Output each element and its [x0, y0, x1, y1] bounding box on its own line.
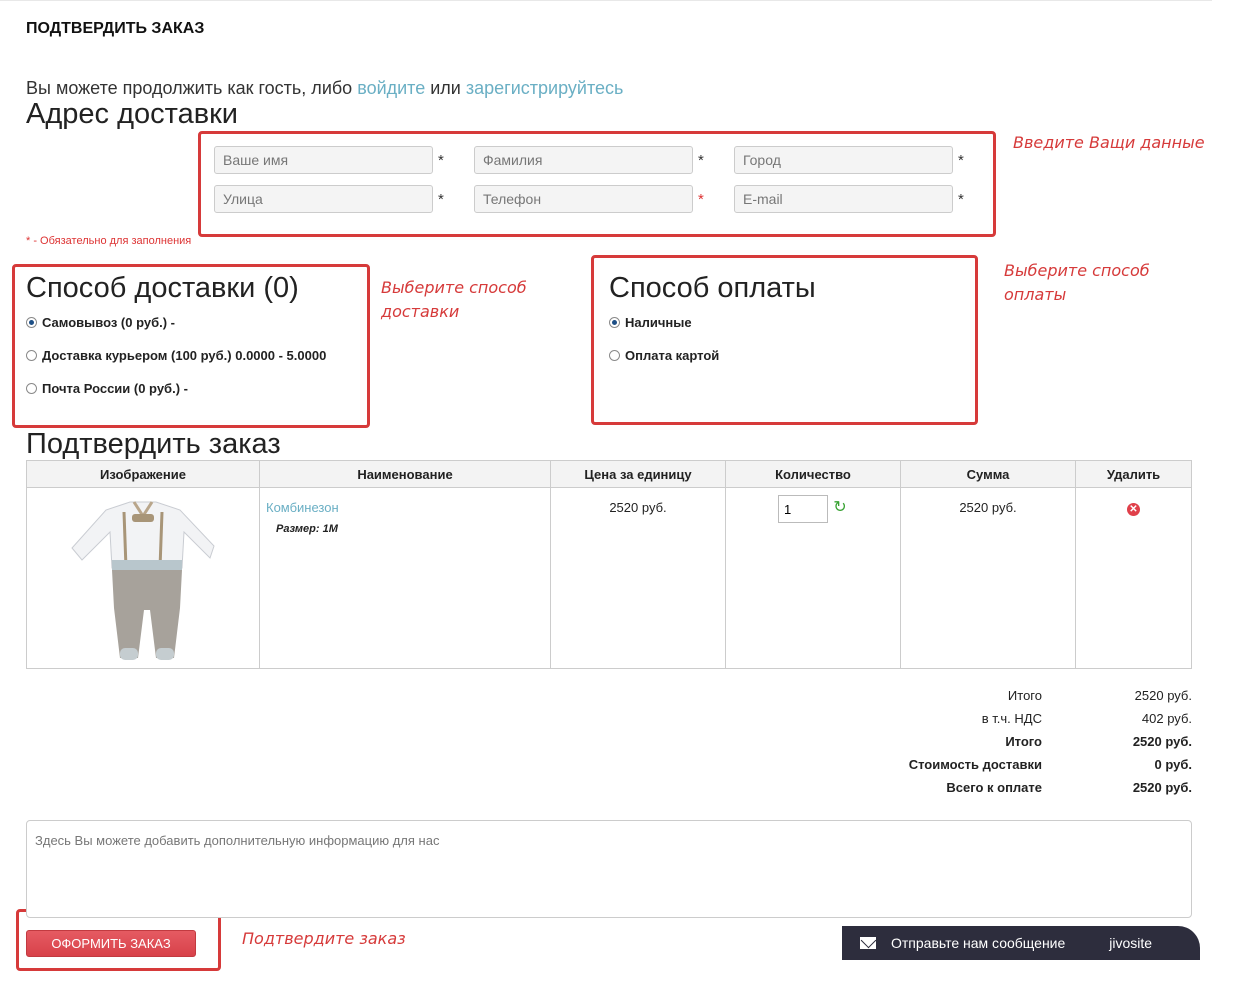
jivosite-chat-widget[interactable]: Отправьте нам сообщение jivosite	[842, 926, 1200, 960]
delivery-option-courier[interactable]: Доставка курьером (100 руб.) 0.0000 - 5.…	[26, 348, 326, 363]
radio-button[interactable]	[26, 317, 37, 328]
delivery-cost-label: Стоимость доставки	[908, 757, 1042, 772]
delivery-option-label: Почта России (0 руб.) -	[42, 381, 188, 396]
page-title: ПОДТВЕРДИТЬ ЗАКАЗ	[26, 20, 205, 37]
column-header: Сумма	[900, 460, 1076, 488]
annotation-enter-data: Введите Ващи данные	[1013, 133, 1205, 152]
delivery-heading: Способ доставки (0)	[26, 272, 299, 304]
delivery-cost-value: 0 руб.	[1154, 757, 1192, 772]
price-cell: 2520 руб.	[550, 487, 726, 669]
product-image[interactable]	[68, 498, 218, 664]
column-header: Изображение	[26, 460, 260, 488]
payment-option-label: Оплата картой	[625, 348, 720, 363]
total-label: Итого	[1007, 688, 1042, 703]
top-divider	[0, 0, 1212, 1]
total-label: Итого	[1005, 734, 1042, 749]
place-order-button[interactable]: ОФОРМИТЬ ЗАКАЗ	[26, 930, 196, 957]
address-highlight-box	[198, 131, 996, 237]
product-link[interactable]: Комбинезон	[260, 500, 550, 515]
column-header: Цена за единицу	[550, 460, 726, 488]
payment-option-cash[interactable]: Наличные	[609, 315, 692, 330]
radio-button[interactable]	[609, 317, 620, 328]
annotation-payment: Выберите способ оплаты	[1004, 261, 1150, 304]
totals-values: 2520 руб. 402 руб. 2520 руб. 0 руб. 2520…	[1060, 688, 1192, 808]
product-size: Размер: 1М	[276, 523, 338, 535]
column-header: Количество	[725, 460, 901, 488]
annotation-confirm: Подтвердите заказ	[242, 929, 406, 948]
login-link[interactable]: войдите	[357, 78, 425, 98]
radio-button[interactable]	[26, 383, 37, 394]
cart-table: Изображение Наименование Цена за единицу…	[26, 460, 1192, 669]
delivery-option-label: Самовывоз (0 руб.) -	[42, 315, 176, 330]
payment-option-label: Наличные	[625, 315, 692, 330]
totals-labels: Итого в т.ч. НДС Итого Стоимость доставк…	[800, 688, 1042, 808]
radio-button[interactable]	[609, 350, 620, 361]
required-note: * - Обязательно для заполнения	[26, 235, 192, 247]
product-name-cell: Комбинезон Размер: 1М	[259, 487, 551, 669]
delete-icon[interactable]: ✕	[1127, 503, 1140, 516]
grand-total-value: 2520 руб.	[1132, 780, 1192, 795]
delivery-option-pickup[interactable]: Самовывоз (0 руб.) -	[26, 315, 175, 330]
jivosite-logo: jivosite	[1109, 935, 1153, 951]
delivery-option-label: Доставка курьером (100 руб.) 0.0000 - 5.…	[42, 348, 327, 363]
quantity-cell: ↻	[725, 487, 901, 669]
address-heading: Адрес доставки	[26, 98, 239, 130]
chat-message-label: Отправьте нам сообщение	[891, 935, 1066, 951]
comment-textarea[interactable]	[26, 820, 1192, 918]
grand-total-label: Всего к оплате	[946, 780, 1042, 795]
vat-label: в т.ч. НДС	[981, 711, 1042, 726]
refresh-icon[interactable]: ↻	[832, 500, 848, 516]
column-header: Удалить	[1075, 460, 1192, 488]
guest-prefix: Вы можете продолжить как гость, либо	[26, 78, 358, 98]
radio-button[interactable]	[26, 350, 37, 361]
payment-heading: Способ оплаты	[609, 272, 816, 304]
delete-cell: ✕	[1075, 487, 1192, 669]
delivery-option-post[interactable]: Почта России (0 руб.) -	[26, 381, 188, 396]
confirm-heading: Подтвердить заказ	[26, 428, 281, 460]
vat-value: 402 руб.	[1141, 711, 1192, 726]
annotation-delivery: Выберите способ доставки	[381, 278, 527, 321]
envelope-icon	[860, 937, 876, 949]
sum-cell: 2520 руб.	[900, 487, 1076, 669]
total-value: 2520 руб.	[1132, 734, 1192, 749]
quantity-input[interactable]	[778, 495, 828, 523]
column-header: Наименование	[259, 460, 551, 488]
table-row: Комбинезон Размер: 1М 2520 руб. ↻ 2520 р…	[26, 487, 1192, 669]
guest-checkout-line: Вы можете продолжить как гость, либо вой…	[26, 78, 623, 99]
guest-middle: или	[425, 78, 466, 98]
cart-header-row: Изображение Наименование Цена за единицу…	[26, 460, 1192, 488]
register-link[interactable]: зарегистрируйтесь	[466, 78, 624, 98]
product-image-cell	[26, 487, 260, 669]
total-value: 2520 руб.	[1134, 688, 1192, 703]
payment-option-card[interactable]: Оплата картой	[609, 348, 719, 363]
